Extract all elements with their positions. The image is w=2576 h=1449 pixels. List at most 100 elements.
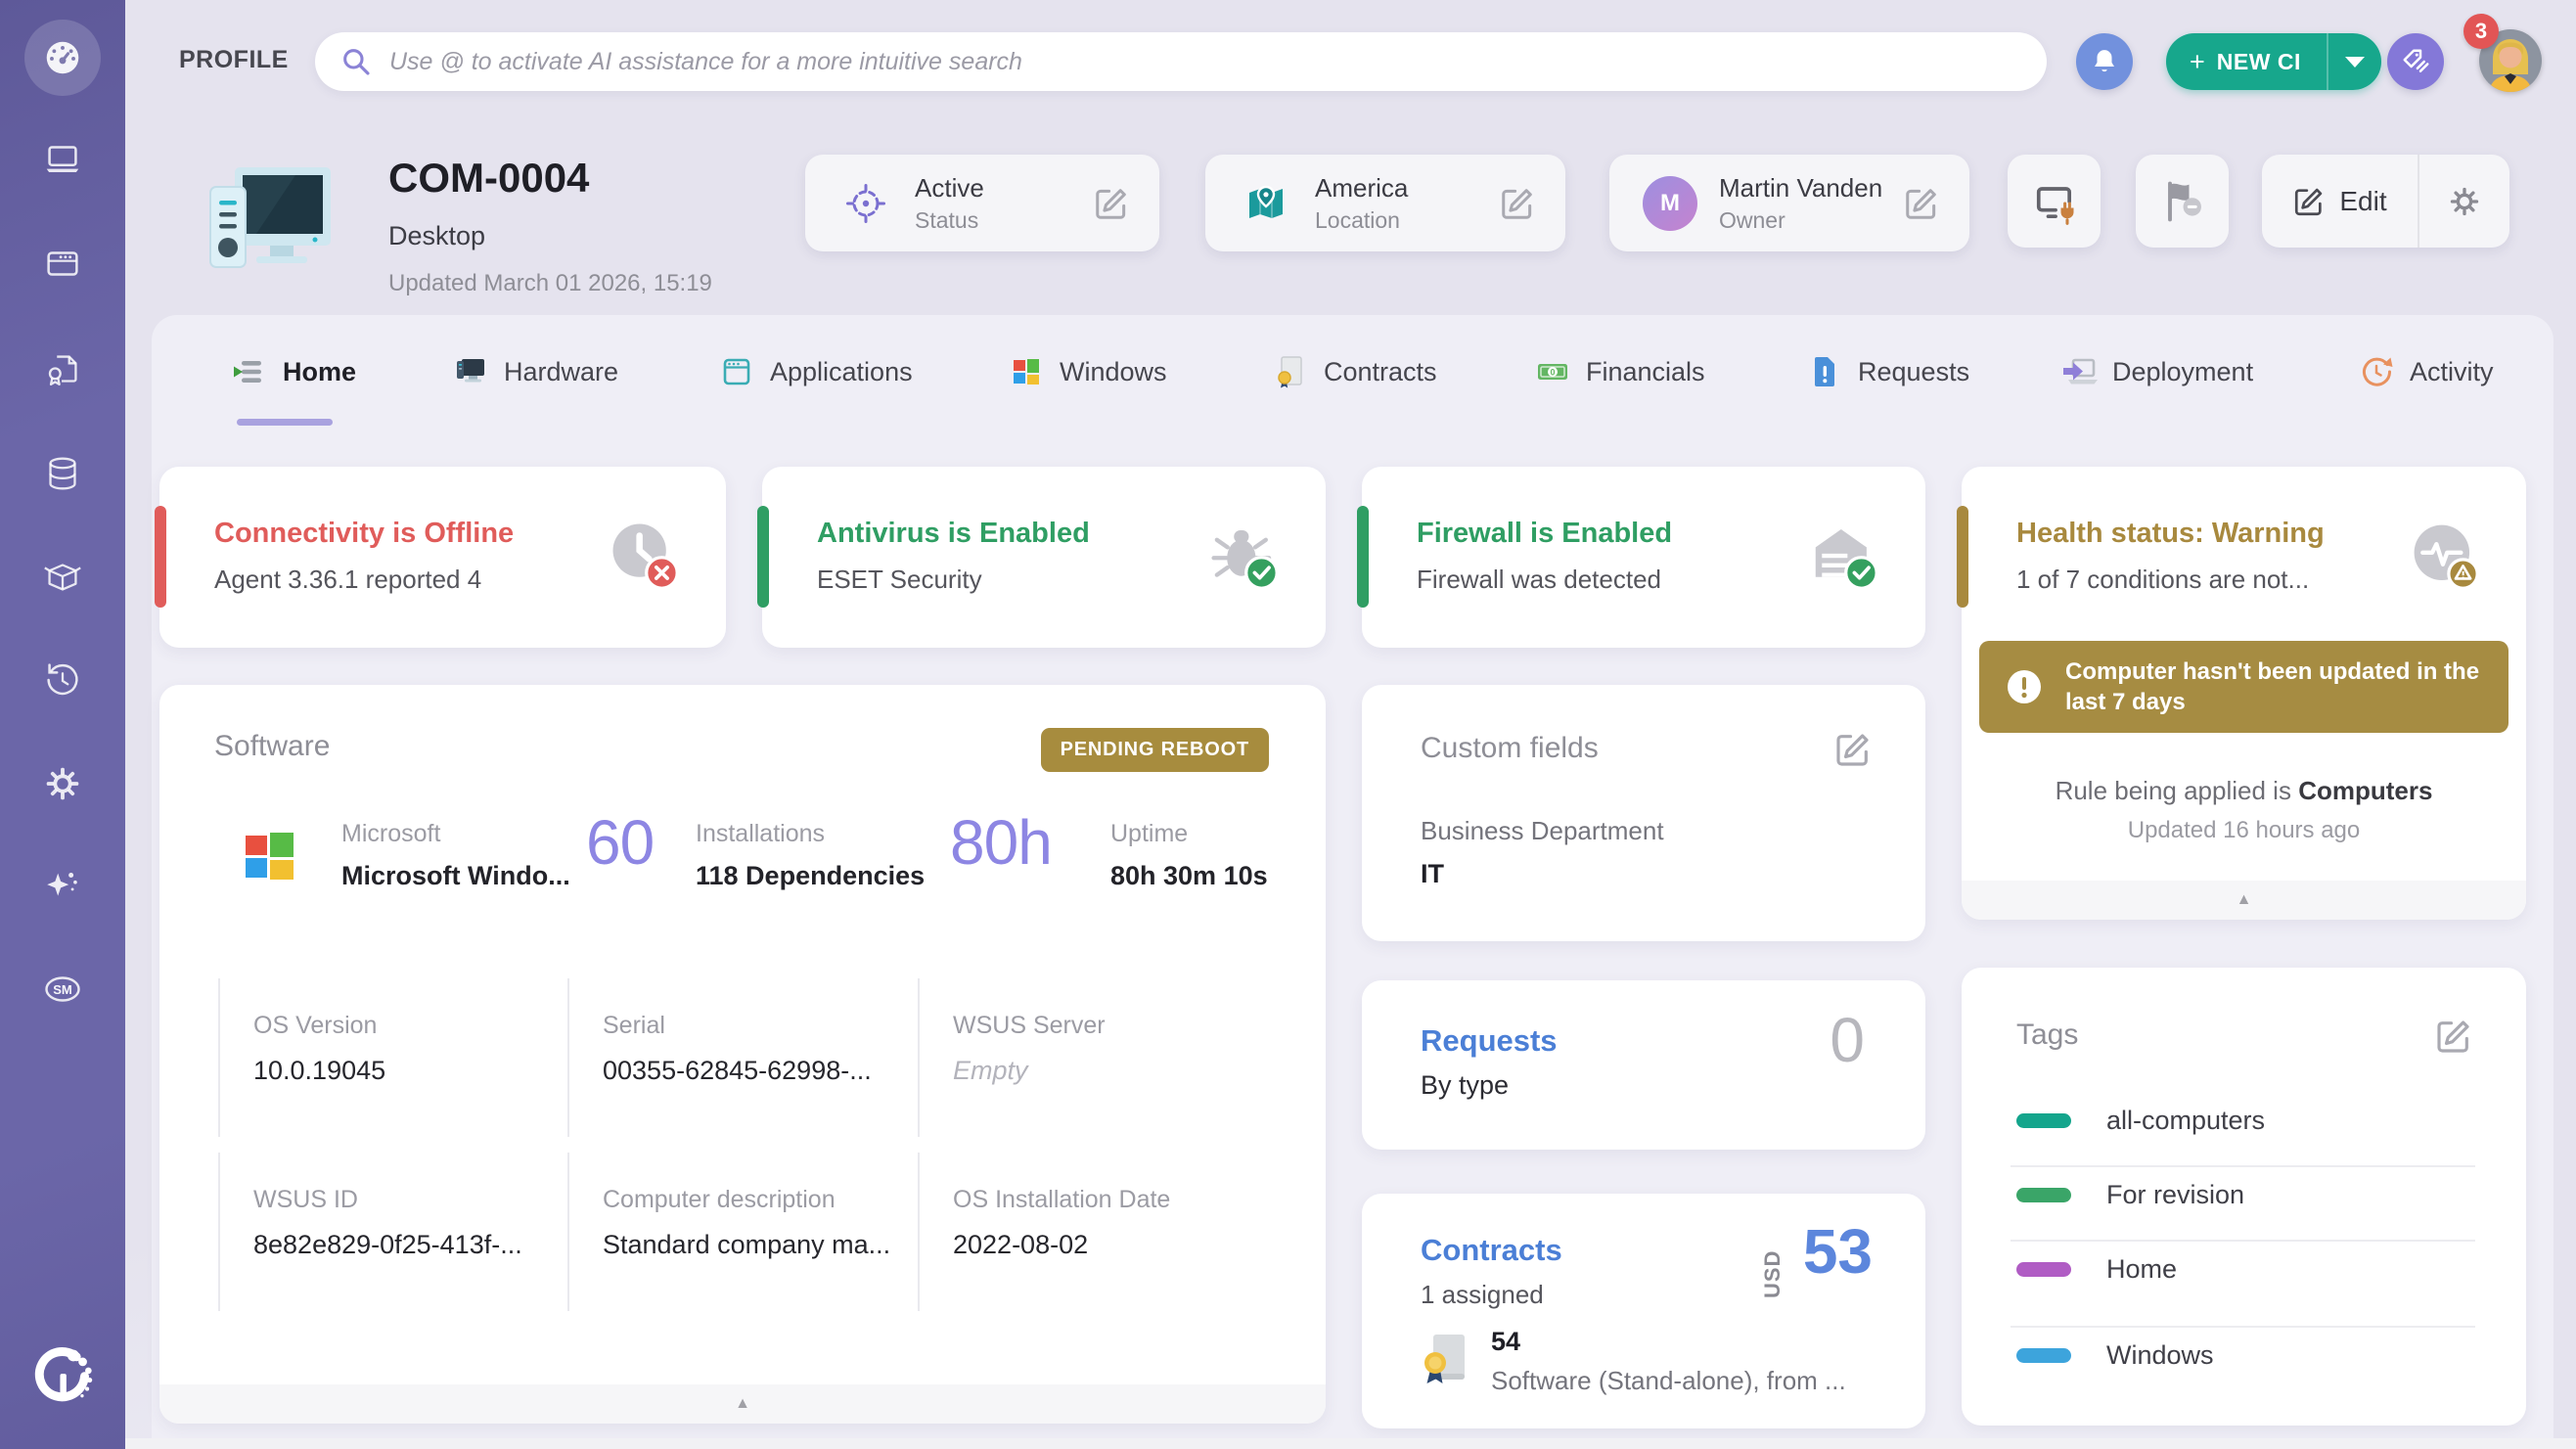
edit-button-label: Edit xyxy=(2339,186,2386,217)
sidebar-item-dashboard[interactable] xyxy=(0,13,125,103)
health-card-expander[interactable]: ▲ xyxy=(1962,881,2526,920)
tag-icon xyxy=(2401,47,2430,76)
active-tab-underline xyxy=(237,419,333,426)
field-value: 00355-62845-62998-... xyxy=(603,1056,905,1086)
chevron-down-icon xyxy=(2342,54,2368,69)
new-ci-label: NEW CI xyxy=(2217,49,2301,75)
alert-accent xyxy=(757,506,769,608)
user-avatar[interactable]: 3 xyxy=(2463,12,2546,94)
edit-tags-button[interactable] xyxy=(2434,1017,2473,1056)
dependencies-value: 118 Dependencies xyxy=(696,861,925,891)
tags-button[interactable] xyxy=(2387,33,2444,90)
edit-location-button[interactable] xyxy=(1499,185,1536,222)
app-logo[interactable] xyxy=(0,1342,125,1413)
sidebar-item-applications[interactable] xyxy=(0,219,125,309)
tab-deployment[interactable]: Deployment xyxy=(2060,347,2253,396)
tag-label: Windows xyxy=(2106,1340,2214,1371)
antivirus-bug-icon xyxy=(1206,518,1281,597)
field-os-version: OS Version 10.0.19045 xyxy=(218,978,556,1137)
horizontal-scrollbar[interactable] xyxy=(125,1438,2576,1449)
app-window-icon xyxy=(40,242,85,287)
windows-tab-icon xyxy=(1008,353,1045,390)
alert-title: Health status: Warning xyxy=(2016,518,2325,550)
health-status-card: Health status: Warning 1 of 7 conditions… xyxy=(1962,467,2526,920)
contract-item-id: 54 xyxy=(1491,1327,1520,1357)
tab-applications[interactable]: Applications xyxy=(718,347,913,396)
alert-title: Connectivity is Offline xyxy=(214,518,514,550)
contracts-assigned: 1 assigned xyxy=(1421,1280,1544,1310)
active-item-highlight xyxy=(24,20,101,96)
custom-field-label: Business Department xyxy=(1421,816,1664,846)
vendor-name: Microsoft Windo... xyxy=(341,861,570,891)
tag-label: all-computers xyxy=(2106,1106,2265,1136)
field-wsus-id: WSUS ID 8e82e829-0f25-413f-... xyxy=(218,1153,556,1311)
requests-link[interactable]: Requests xyxy=(1421,1023,1558,1059)
notifications-button[interactable] xyxy=(2076,33,2133,90)
sidebar-item-settings[interactable] xyxy=(0,739,125,829)
offline-clock-icon xyxy=(607,518,681,597)
location-map-icon xyxy=(1239,176,1293,231)
sidebar-item-service-management[interactable]: SM xyxy=(0,944,125,1034)
tab-activity[interactable]: Activity xyxy=(2358,347,2494,396)
field-value: 2022-08-02 xyxy=(953,1230,1289,1260)
installations-count: 60 xyxy=(586,806,654,879)
sm-badge-icon: SM xyxy=(39,966,86,1013)
field-value: Standard company ma... xyxy=(603,1230,905,1260)
profile-settings-button[interactable] xyxy=(2419,155,2509,248)
remote-connection-button[interactable] xyxy=(2008,155,2101,248)
sidebar-item-history[interactable] xyxy=(0,635,125,725)
vendor-label: Microsoft xyxy=(341,820,440,848)
sidebar-item-ai-assistant[interactable] xyxy=(0,842,125,932)
tab-label: Contracts xyxy=(1324,357,1437,387)
tab-financials[interactable]: 0 Financials xyxy=(1534,347,1705,396)
flag-remove-button[interactable] xyxy=(2136,155,2229,248)
sidebar-item-inventory[interactable] xyxy=(0,531,125,621)
sidebar-item-licenses[interactable] xyxy=(0,325,125,415)
custom-fields-card: Custom fields Business Department IT xyxy=(1362,685,1925,941)
deployment-tab-icon xyxy=(2060,353,2098,390)
requests-card: Requests By type 0 xyxy=(1362,980,1925,1150)
tab-hardware[interactable]: Hardware xyxy=(452,347,618,396)
edit-button[interactable]: Edit xyxy=(2262,155,2418,248)
laptop-icon xyxy=(40,137,85,182)
sm-label: SM xyxy=(53,982,72,997)
search-input[interactable] xyxy=(387,47,2021,77)
sidebar-item-database[interactable] xyxy=(0,429,125,519)
tab-label: Hardware xyxy=(504,357,618,387)
uptime-count: 80h xyxy=(950,806,1052,879)
edit-custom-fields-button[interactable] xyxy=(1833,730,1873,769)
custom-field-value: IT xyxy=(1421,859,1444,889)
field-wsus-server: WSUS Server Empty xyxy=(918,978,1289,1137)
gear-icon xyxy=(40,761,85,806)
brand-logo-icon xyxy=(27,1342,98,1413)
app-window: SM PROFILE + NEW CI xyxy=(0,0,2576,1449)
windows-logo-icon xyxy=(238,824,302,893)
tab-home[interactable]: Home xyxy=(231,347,356,396)
location-chip: America Location xyxy=(1205,155,1565,251)
tab-contracts[interactable]: Contracts xyxy=(1272,347,1437,396)
tab-label: Requests xyxy=(1858,357,1969,387)
package-icon xyxy=(40,554,85,599)
contracts-link[interactable]: Contracts xyxy=(1421,1233,1562,1268)
new-ci-dropdown[interactable] xyxy=(2328,33,2381,90)
sidebar-item-computers[interactable] xyxy=(0,114,125,204)
database-icon xyxy=(40,451,85,496)
new-ci-action[interactable]: + NEW CI xyxy=(2166,33,2327,90)
contract-certificate-icon xyxy=(1421,1331,1471,1394)
tab-windows[interactable]: Windows xyxy=(1008,347,1167,396)
new-ci-button: + NEW CI xyxy=(2166,33,2381,90)
page-title: COM-0004 xyxy=(388,155,589,202)
software-card-expander[interactable]: ▲ xyxy=(159,1384,1326,1424)
desktop-computer-icon xyxy=(205,161,338,279)
tab-requests[interactable]: Requests xyxy=(1806,347,1969,396)
tab-label: Deployment xyxy=(2112,357,2253,387)
history-icon xyxy=(40,657,85,702)
search-icon xyxy=(340,46,372,77)
field-label: Serial xyxy=(603,1012,905,1040)
rule-text: Rule being applied is xyxy=(2056,776,2291,805)
edit-owner-button[interactable] xyxy=(1903,185,1940,222)
tag-item: For revision xyxy=(2016,1167,2471,1222)
edit-status-button[interactable] xyxy=(1093,185,1130,222)
gear-icon xyxy=(2445,182,2484,221)
tab-label: Financials xyxy=(1586,357,1705,387)
